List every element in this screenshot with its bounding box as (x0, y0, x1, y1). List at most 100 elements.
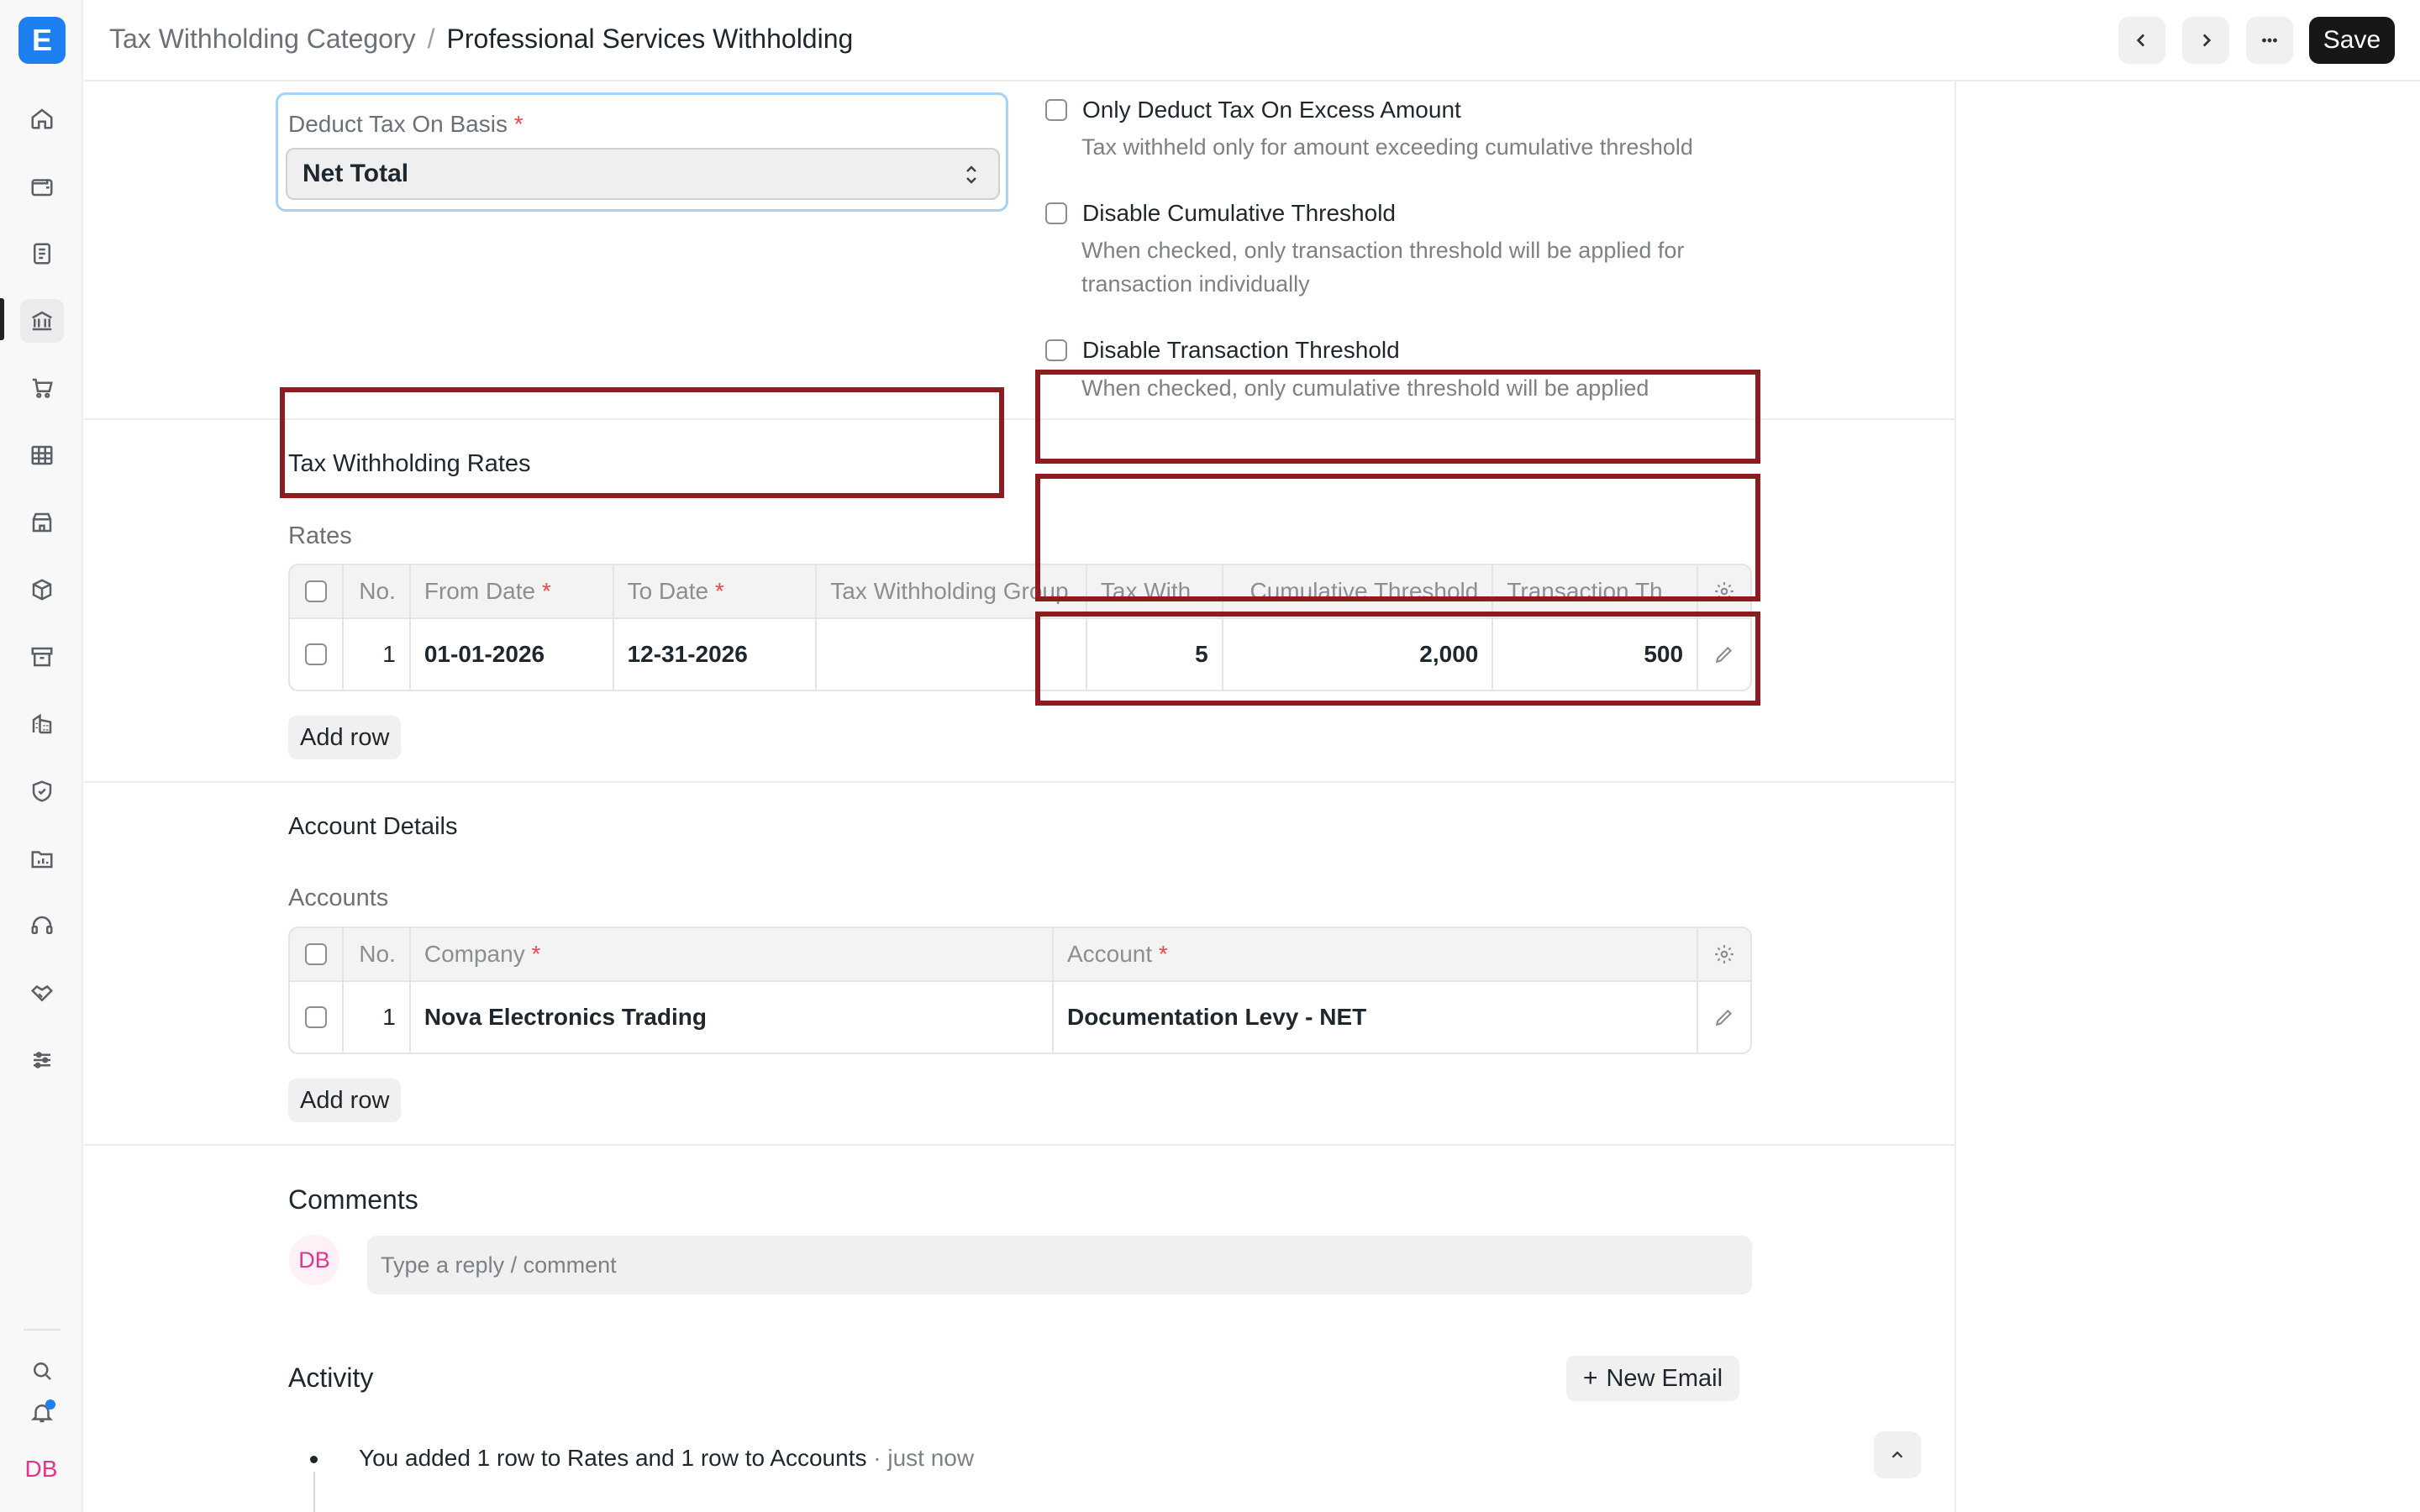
annotation-box (280, 387, 1004, 498)
updown-chevron-icon (966, 165, 976, 184)
column-header-no: No. (344, 928, 411, 980)
bell-icon[interactable] (20, 1391, 64, 1435)
user-avatar[interactable]: DB (22, 1450, 60, 1488)
package-icon[interactable] (20, 568, 64, 612)
column-header-company[interactable]: Company * (411, 928, 1054, 980)
wallet-icon[interactable] (20, 165, 64, 208)
column-header-to-date[interactable]: To Date * (614, 565, 818, 617)
annotation-box (1035, 474, 1760, 601)
sliders-icon[interactable] (20, 1038, 64, 1082)
to-date-cell[interactable]: 12-31-2026 (614, 619, 818, 690)
chevron-left-icon (2136, 34, 2145, 47)
search-icon[interactable] (20, 1349, 64, 1393)
notification-dot (45, 1399, 55, 1410)
previous-button[interactable] (2118, 17, 2165, 64)
rates-table-label: Rates (288, 522, 352, 549)
activity-item: You added 1 row to Rates and 1 row to Ac… (359, 1445, 975, 1471)
save-button[interactable]: Save (2309, 17, 2395, 64)
table-icon[interactable] (20, 433, 64, 477)
column-settings-cell[interactable] (1698, 928, 1750, 980)
pencil-icon[interactable] (1713, 1006, 1735, 1028)
select-all-checkbox[interactable] (304, 943, 327, 965)
cart-icon[interactable] (20, 366, 64, 410)
only-excess-checkbox[interactable] (1045, 99, 1067, 121)
breadcrumb-separator: / (427, 24, 435, 54)
only-excess-description: Tax withheld only for amount exceeding c… (1081, 134, 1693, 160)
row-number: 1 (344, 982, 411, 1053)
ellipsis-icon (2262, 38, 2277, 43)
from-date-cell[interactable]: 01-01-2026 (411, 619, 614, 690)
only-excess-label: Only Deduct Tax On Excess Amount (1082, 97, 1461, 123)
row-checkbox[interactable] (304, 1006, 327, 1028)
comments-title: Comments (288, 1184, 418, 1215)
column-header-from-date[interactable]: From Date * (411, 565, 614, 617)
section-divider (84, 781, 1954, 783)
disable-cumulative-checkbox[interactable] (1045, 202, 1067, 224)
annotation-box (1035, 370, 1760, 464)
timeline-dot (310, 1456, 318, 1463)
edit-row-cell[interactable] (1698, 982, 1750, 1053)
activity-title: Activity (288, 1362, 374, 1393)
gear-icon[interactable] (1713, 943, 1735, 965)
section-divider (84, 1144, 1954, 1146)
chevron-up-icon (1891, 1451, 1903, 1458)
disable-cumulative-checkbox-row[interactable]: Disable Cumulative Threshold (1045, 200, 1396, 227)
headset-icon[interactable] (20, 904, 64, 948)
bank-icon[interactable] (20, 299, 64, 343)
next-button[interactable] (2182, 17, 2229, 64)
page-header: Tax Withholding Category / Professional … (84, 0, 2420, 81)
handshake-icon[interactable] (20, 971, 64, 1015)
folder-chart-icon[interactable] (20, 837, 64, 880)
comment-input[interactable]: Type a reply / comment (367, 1236, 1752, 1294)
annotation-box (1035, 612, 1760, 706)
disable-transaction-checkbox-row[interactable]: Disable Transaction Threshold (1045, 337, 1400, 364)
sidebar: E DB (0, 0, 83, 1512)
more-actions-button[interactable] (2246, 17, 2293, 64)
breadcrumb-parent-link[interactable]: Tax Withholding Category (109, 24, 416, 55)
select-all-checkbox[interactable] (304, 580, 327, 602)
main-panel-border (1954, 81, 1956, 1512)
archive-icon[interactable] (20, 635, 64, 679)
page-title: Professional Services Withholding (446, 24, 854, 54)
select-all-cell (290, 565, 344, 617)
row-select-cell (290, 619, 344, 690)
select-all-cell (290, 928, 344, 980)
home-icon[interactable] (20, 97, 64, 140)
column-header-account[interactable]: Account * (1054, 928, 1699, 980)
accounts-table-label: Accounts (288, 885, 389, 911)
row-select-cell (290, 982, 344, 1053)
timeline-line (313, 1472, 315, 1512)
accounts-table-header: No. Company * Account * (290, 928, 1750, 982)
chevron-right-icon (2202, 34, 2212, 47)
new-email-button[interactable]: + New Email (1566, 1356, 1739, 1401)
sidebar-divider (24, 1329, 60, 1331)
only-excess-checkbox-row[interactable]: Only Deduct Tax On Excess Amount (1045, 97, 1461, 123)
add-rate-row-button[interactable]: Add row (288, 716, 402, 759)
app-logo[interactable]: E (18, 17, 66, 64)
account-section-title: Account Details (288, 813, 458, 840)
comment-avatar: DB (289, 1235, 339, 1285)
plus-icon: + (1582, 1364, 1598, 1392)
disable-cumulative-description: When checked, only transaction threshold… (1081, 238, 1685, 297)
breadcrumb: Tax Withholding Category / Professional … (109, 24, 853, 55)
row-number: 1 (344, 619, 411, 690)
column-header-no: No. (344, 565, 411, 617)
new-email-label: New Email (1606, 1364, 1723, 1392)
deduct-basis-select[interactable]: Net Total (286, 148, 1000, 200)
deduct-basis-label: Deduct Tax On Basis * (288, 111, 523, 137)
accounts-table: No. Company * Account * 1 Nova Electroni… (288, 927, 1752, 1054)
store-icon[interactable] (20, 501, 64, 544)
disable-transaction-label: Disable Transaction Threshold (1082, 337, 1400, 363)
add-account-row-button[interactable]: Add row (288, 1079, 402, 1122)
table-row[interactable]: 1 Nova Electronics Trading Documentation… (290, 982, 1750, 1053)
active-indicator (0, 298, 4, 340)
company-cell[interactable]: Nova Electronics Trading (411, 982, 1054, 1053)
account-cell[interactable]: Documentation Levy - NET (1054, 982, 1699, 1053)
disable-transaction-checkbox[interactable] (1045, 339, 1067, 361)
building-icon[interactable] (20, 702, 64, 746)
shield-check-icon[interactable] (20, 769, 64, 813)
scroll-to-top-button[interactable] (1874, 1431, 1921, 1478)
disable-cumulative-label: Disable Cumulative Threshold (1082, 200, 1396, 226)
document-icon[interactable] (20, 232, 64, 276)
row-checkbox[interactable] (304, 643, 327, 665)
